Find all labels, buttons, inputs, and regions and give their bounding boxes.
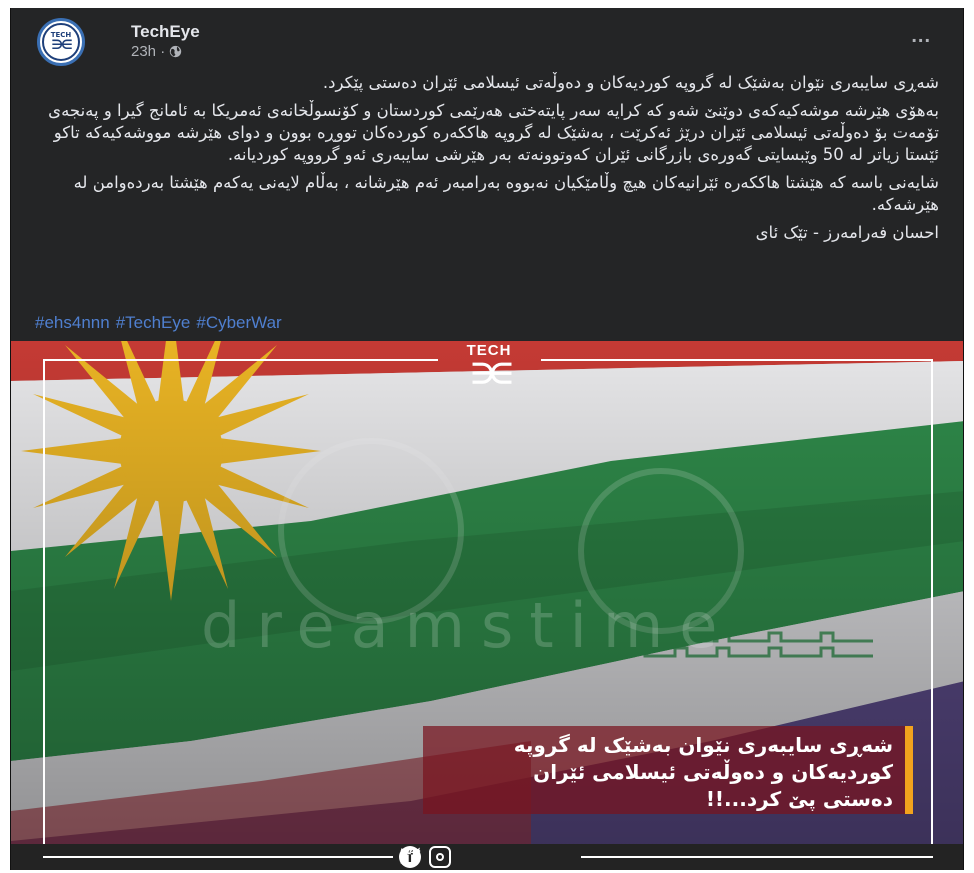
post-meta: 23h · bbox=[131, 43, 182, 60]
hashtag-list: #ehs4nnn #TechEye #CyberWar bbox=[35, 313, 288, 333]
hashtag-link[interactable]: #TechEye bbox=[116, 313, 191, 332]
caption-line: دەستی پێ کرد...!! bbox=[705, 787, 893, 811]
page-name-link[interactable]: TechEye bbox=[131, 22, 200, 42]
hashtag-link[interactable]: #CyberWar bbox=[196, 313, 281, 332]
post-paragraph: شایەنی باسە کە هێشتا هاککەرە ئێرانیەکان … bbox=[73, 173, 939, 214]
post-header: TECH ∋∈ TechEye 23h · ... bbox=[11, 8, 963, 68]
page-avatar[interactable]: TECH ∋∈ bbox=[37, 18, 85, 66]
instagram-icon bbox=[429, 846, 451, 868]
footer-divider bbox=[581, 856, 933, 858]
post-paragraph: شەڕی سایبەری نێوان بەشێک لە گروپە کوردیە… bbox=[322, 73, 939, 92]
frame-divider bbox=[541, 359, 933, 361]
caption-line: شەڕی سایبەری نێوان بەشێک لە گروپە bbox=[513, 733, 893, 757]
brand-logo-mark: ∋∈ bbox=[470, 358, 514, 389]
post-author-signature: احسان فەرامەرز - تێک ئای bbox=[755, 223, 939, 242]
image-caption: شەڕی سایبەری نێوان بەشێک لە گروپە کوردیە… bbox=[423, 726, 913, 814]
watermark-text: dreamstime bbox=[201, 589, 734, 662]
post-timestamp[interactable]: 23h · bbox=[131, 43, 165, 60]
footer-divider bbox=[43, 856, 393, 858]
facebook-post-card: TECH ∋∈ TechEye 23h · ... شەڕی سایبەری ن… bbox=[10, 8, 964, 870]
twitter-icon bbox=[400, 847, 421, 866]
social-icons: f bbox=[399, 846, 451, 868]
techeye-brand-logo: TECH ∋∈ bbox=[441, 343, 537, 388]
frame-divider bbox=[43, 359, 438, 361]
brand-logo-text: TECH bbox=[466, 342, 512, 359]
avatar-logo-mark: ∋∈ bbox=[51, 38, 72, 53]
techeye-logo: TECH ∋∈ bbox=[42, 23, 80, 61]
caption-line: کوردیەکان و دەوڵەتی ئیسلامی ئێران bbox=[533, 760, 893, 784]
post-image[interactable]: TECH ∋∈ dreamstime شەڕی سایبەری نێوان بە… bbox=[11, 341, 963, 870]
globe-icon bbox=[170, 45, 182, 58]
hashtag-link[interactable]: #ehs4nnn bbox=[35, 313, 110, 332]
post-text: شەڕی سایبەری نێوان بەشێک لە گروپە کوردیە… bbox=[33, 72, 939, 250]
image-footer: f bbox=[11, 844, 963, 870]
more-options-button[interactable]: ... bbox=[911, 26, 931, 46]
post-paragraph: بەهۆی هێرشە موشەکیەکەی دوێنێ شەو کە کرای… bbox=[48, 101, 939, 164]
